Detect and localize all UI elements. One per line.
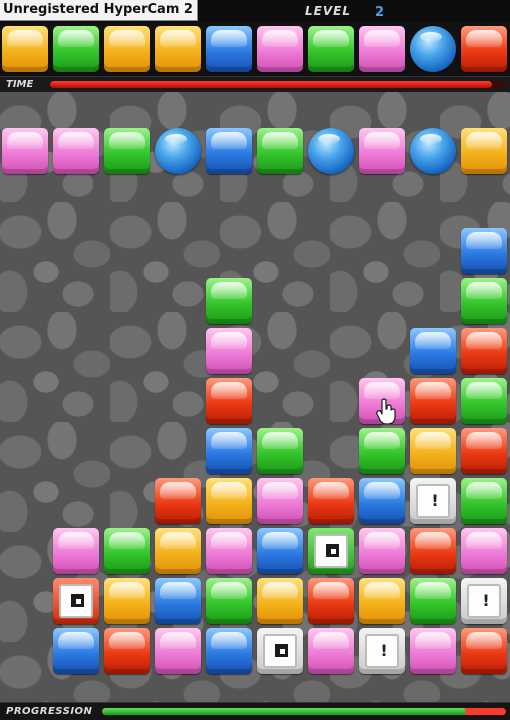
hand-pointer-icon <box>376 398 396 424</box>
green-tile <box>53 26 99 72</box>
blue-tile[interactable] <box>206 628 252 674</box>
yellow-tile[interactable] <box>257 578 303 624</box>
blue-tile[interactable] <box>206 428 252 474</box>
pink-tile[interactable] <box>461 528 507 574</box>
stop-block-icon <box>316 536 350 566</box>
recorder-watermark: Unregistered HyperCam 2 <box>0 0 198 21</box>
red-tile[interactable] <box>308 478 354 524</box>
blue-orb-tile[interactable] <box>155 128 201 174</box>
pink-tile[interactable] <box>206 528 252 574</box>
yellow-tile <box>104 26 150 72</box>
level-value: 2 <box>375 5 385 20</box>
progression-fill <box>102 708 466 715</box>
pink-tile[interactable] <box>53 128 99 174</box>
special-tile-face: ! <box>416 484 450 518</box>
blue-orb-tile[interactable] <box>308 128 354 174</box>
time-track <box>50 81 506 88</box>
special-stop-tile[interactable] <box>308 528 354 574</box>
special-stop-tile[interactable] <box>257 628 303 674</box>
pink-tile <box>359 26 405 72</box>
green-tile[interactable] <box>410 578 456 624</box>
green-tile[interactable] <box>461 478 507 524</box>
special-alert-tile[interactable]: ! <box>359 628 405 674</box>
yellow-tile[interactable] <box>461 128 507 174</box>
exclamation-icon: ! <box>380 641 388 660</box>
green-tile[interactable] <box>206 578 252 624</box>
green-tile[interactable] <box>461 278 507 324</box>
pink-tile[interactable] <box>155 628 201 674</box>
green-tile[interactable] <box>461 378 507 424</box>
red-tile[interactable] <box>206 378 252 424</box>
pink-tile[interactable] <box>206 328 252 374</box>
stop-block-icon <box>265 636 299 666</box>
blue-tile[interactable] <box>410 328 456 374</box>
progression-label: PROGRESSION <box>6 706 93 717</box>
level-label: LEVEL <box>305 4 351 18</box>
green-tile[interactable] <box>257 428 303 474</box>
special-stop-tile[interactable] <box>53 578 99 624</box>
time-fill <box>50 81 493 88</box>
game-screen: Unregistered HyperCam 2 LEVEL 2 TIME !!!… <box>0 0 510 720</box>
game-board[interactable]: !!! <box>0 92 510 702</box>
yellow-tile <box>2 26 48 72</box>
special-tile-face <box>314 534 348 568</box>
blue-orb-tile <box>410 26 456 72</box>
pink-tile[interactable] <box>359 128 405 174</box>
blue-tile <box>206 26 252 72</box>
green-tile[interactable] <box>104 128 150 174</box>
green-tile <box>308 26 354 72</box>
blue-tile[interactable] <box>53 628 99 674</box>
yellow-tile[interactable] <box>206 478 252 524</box>
pink-tile[interactable] <box>359 528 405 574</box>
pink-tile[interactable] <box>410 628 456 674</box>
special-tile-face: ! <box>467 584 501 618</box>
red-tile[interactable] <box>155 478 201 524</box>
next-row-preview <box>0 22 510 76</box>
pink-tile[interactable] <box>308 628 354 674</box>
red-tile[interactable] <box>308 578 354 624</box>
special-tile-face <box>59 584 93 618</box>
blue-tile[interactable] <box>461 228 507 274</box>
yellow-tile[interactable] <box>410 428 456 474</box>
green-tile[interactable] <box>206 278 252 324</box>
blue-tile[interactable] <box>206 128 252 174</box>
exclamation-icon: ! <box>482 591 490 610</box>
blue-orb-tile[interactable] <box>410 128 456 174</box>
pink-tile[interactable] <box>2 128 48 174</box>
time-label: TIME <box>6 79 34 90</box>
red-tile[interactable] <box>104 628 150 674</box>
progression-track <box>102 708 506 715</box>
special-tile-face <box>263 634 297 668</box>
special-tile-face: ! <box>365 634 399 668</box>
red-tile[interactable] <box>461 628 507 674</box>
yellow-tile <box>155 26 201 72</box>
green-tile[interactable] <box>257 128 303 174</box>
green-tile[interactable] <box>104 528 150 574</box>
red-tile[interactable] <box>461 428 507 474</box>
special-alert-tile[interactable]: ! <box>461 578 507 624</box>
yellow-tile[interactable] <box>359 578 405 624</box>
stop-block-icon <box>61 586 95 616</box>
special-alert-tile[interactable]: ! <box>410 478 456 524</box>
red-tile[interactable] <box>410 528 456 574</box>
progression-bar: PROGRESSION <box>0 702 510 720</box>
exclamation-icon: ! <box>431 491 439 510</box>
green-tile[interactable] <box>359 428 405 474</box>
pink-tile[interactable] <box>257 478 303 524</box>
yellow-tile[interactable] <box>104 578 150 624</box>
blue-tile[interactable] <box>155 578 201 624</box>
red-tile <box>461 26 507 72</box>
pink-tile <box>257 26 303 72</box>
blue-tile[interactable] <box>257 528 303 574</box>
blue-tile[interactable] <box>359 478 405 524</box>
red-tile[interactable] <box>410 378 456 424</box>
yellow-tile[interactable] <box>155 528 201 574</box>
red-tile[interactable] <box>461 328 507 374</box>
pink-tile[interactable] <box>53 528 99 574</box>
